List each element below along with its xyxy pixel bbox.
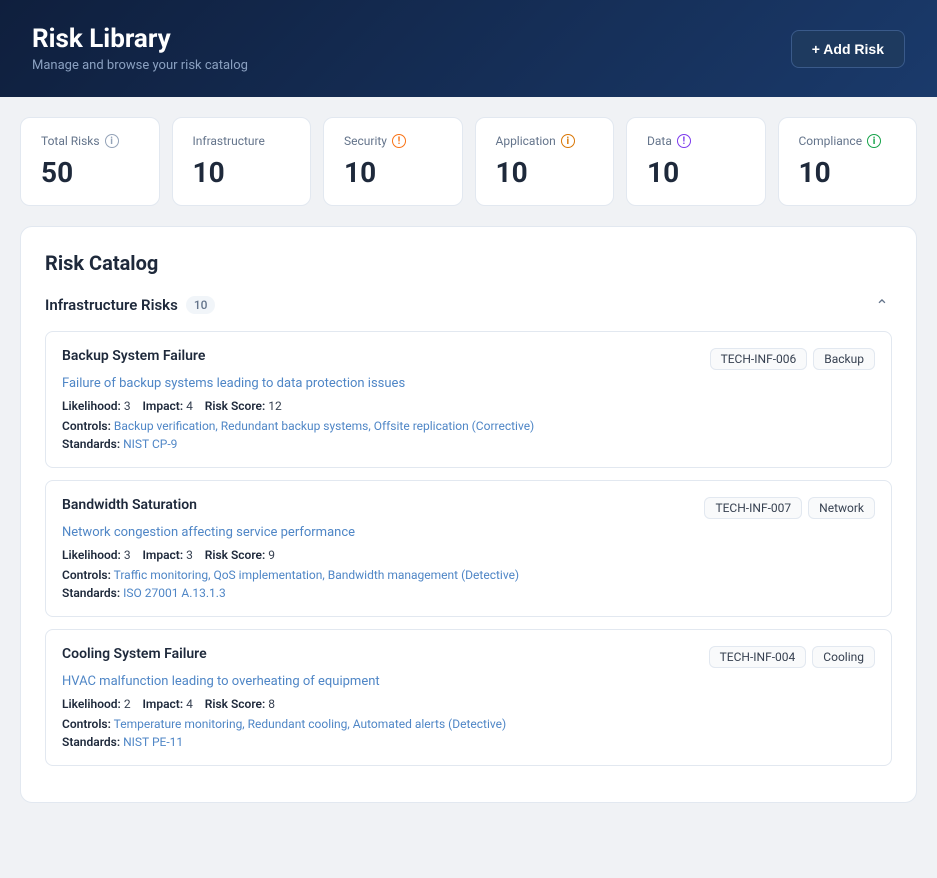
risk-card-header-3: Cooling System Failure TECH-INF-004 Cool… [62,646,875,668]
likelihood-label-1: Likelihood: [62,399,121,413]
stat-value-infrastructure: 10 [193,156,291,189]
risk-standards-3: Standards: NIST PE-11 [62,735,875,749]
page-header: Risk Library Manage and browse your risk… [0,0,937,97]
risk-standards-1: Standards: NIST CP-9 [62,437,875,451]
stat-card-application[interactable]: Application i 10 [475,117,615,206]
risk-card-header-2: Bandwidth Saturation TECH-INF-007 Networ… [62,497,875,519]
stat-card-infrastructure[interactable]: Infrastructure 10 [172,117,312,206]
stat-value-data: 10 [647,156,745,189]
risk-tags-1: TECH-INF-006 Backup [710,348,875,370]
stat-card-compliance[interactable]: Compliance i 10 [778,117,918,206]
risk-meta-3: Likelihood: 2 Impact: 4 Risk Score: 8 [62,697,875,711]
likelihood-value-2: 3 [124,548,131,562]
risk-standards-value-3: NIST PE-11 [123,735,183,749]
risk-controls-1: Controls: Backup verification, Redundant… [62,419,875,433]
risk-card-bandwidth-saturation: Bandwidth Saturation TECH-INF-007 Networ… [45,480,892,617]
collapse-infrastructure-button[interactable]: ⌃ [872,295,892,315]
risk-standards-value-1: NIST CP-9 [123,437,177,451]
section-title-infrastructure: Infrastructure Risks 10 [45,296,215,314]
stat-label-infrastructure: Infrastructure [193,134,291,148]
page-title: Risk Library [32,24,248,54]
risk-meta-1: Likelihood: 3 Impact: 4 Risk Score: 12 [62,399,875,413]
risk-title-3: Cooling System Failure [62,646,207,662]
impact-value-1: 4 [186,399,193,413]
likelihood-value-1: 3 [124,399,131,413]
risk-score-label-3: Risk Score: [205,697,266,711]
stat-label-application: Application i [496,134,594,148]
risk-score-label-1: Risk Score: [205,399,266,413]
risk-description-3: HVAC malfunction leading to overheating … [62,674,875,689]
impact-label-2: Impact: [142,548,183,562]
stats-container: Total Risks i 50 Infrastructure 10 Secur… [0,97,937,216]
risk-meta-2: Likelihood: 3 Impact: 3 Risk Score: 9 [62,548,875,562]
stat-label-total: Total Risks i [41,134,139,148]
risk-description-1: Failure of backup systems leading to dat… [62,376,875,391]
risk-controls-value-2: Traffic monitoring, QoS implementation, … [114,568,520,582]
risk-title-2: Bandwidth Saturation [62,497,197,513]
impact-label-3: Impact: [142,697,183,711]
risk-card-cooling-system-failure: Cooling System Failure TECH-INF-004 Cool… [45,629,892,766]
risk-controls-3: Controls: Temperature monitoring, Redund… [62,717,875,731]
stat-label-security: Security ! [344,134,442,148]
risk-score-value-1: 12 [268,399,282,413]
risk-tags-2: TECH-INF-007 Network [704,497,875,519]
application-info-icon: i [561,134,575,148]
impact-value-3: 4 [186,697,193,711]
risk-score-value-2: 9 [268,548,275,562]
likelihood-label-2: Likelihood: [62,548,121,562]
stat-value-compliance: 10 [799,156,897,189]
catalog-title: Risk Catalog [45,251,892,275]
security-info-icon: ! [392,134,406,148]
risk-score-label-2: Risk Score: [205,548,266,562]
stat-value-security: 10 [344,156,442,189]
impact-label-1: Impact: [142,399,183,413]
risk-controls-2: Controls: Traffic monitoring, QoS implem… [62,568,875,582]
risk-code-tag-2: TECH-INF-007 [704,497,802,519]
risk-title-1: Backup System Failure [62,348,205,364]
page-subtitle: Manage and browse your risk catalog [32,58,248,73]
infrastructure-section-header: Infrastructure Risks 10 ⌃ [45,295,892,315]
stat-card-total[interactable]: Total Risks i 50 [20,117,160,206]
risk-standards-2: Standards: ISO 27001 A.13.1.3 [62,586,875,600]
risk-standards-value-2: ISO 27001 A.13.1.3 [123,586,226,600]
risk-description-2: Network congestion affecting service per… [62,525,875,540]
compliance-info-icon: i [867,134,881,148]
risk-category-tag-3: Cooling [812,646,875,668]
risk-tags-3: TECH-INF-004 Cooling [709,646,875,668]
risk-card-header-1: Backup System Failure TECH-INF-006 Backu… [62,348,875,370]
risk-card-backup-system-failure: Backup System Failure TECH-INF-006 Backu… [45,331,892,468]
stat-label-compliance: Compliance i [799,134,897,148]
risk-code-tag-3: TECH-INF-004 [709,646,807,668]
likelihood-label-3: Likelihood: [62,697,121,711]
header-text: Risk Library Manage and browse your risk… [32,24,248,73]
infrastructure-badge: 10 [186,296,216,314]
risk-controls-value-3: Temperature monitoring, Redundant coolin… [114,717,507,731]
add-risk-button[interactable]: + Add Risk [791,30,905,68]
stat-card-data[interactable]: Data ! 10 [626,117,766,206]
stat-value-application: 10 [496,156,594,189]
risk-code-tag-1: TECH-INF-006 [710,348,808,370]
risk-category-tag-2: Network [808,497,875,519]
risk-category-tag-1: Backup [813,348,875,370]
data-info-icon: ! [677,134,691,148]
risk-score-value-3: 8 [268,697,275,711]
main-content: Risk Catalog Infrastructure Risks 10 ⌃ B… [20,226,917,803]
stat-value-total: 50 [41,156,139,189]
stat-card-security[interactable]: Security ! 10 [323,117,463,206]
risk-controls-value-1: Backup verification, Redundant backup sy… [114,419,534,433]
likelihood-value-3: 2 [124,697,131,711]
total-info-icon: i [105,134,119,148]
stat-label-data: Data ! [647,134,745,148]
impact-value-2: 3 [186,548,193,562]
